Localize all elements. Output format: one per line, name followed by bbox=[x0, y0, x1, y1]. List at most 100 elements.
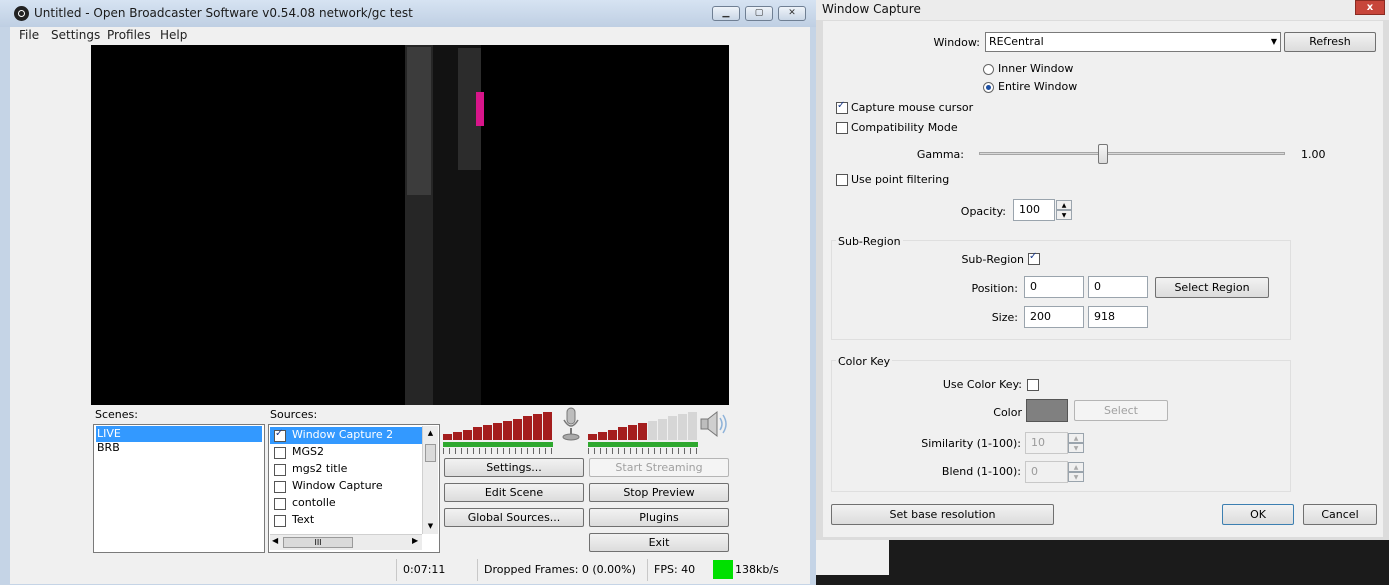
source-checkbox-window-capture-2[interactable] bbox=[274, 428, 286, 442]
desktop-meter-bar bbox=[618, 427, 627, 440]
bitrate-display: 138kb/s bbox=[735, 563, 779, 576]
mic-meter-bar bbox=[473, 427, 482, 440]
maximize-button[interactable]: ▢ bbox=[745, 6, 773, 21]
position-y-input[interactable]: 0 bbox=[1088, 276, 1148, 298]
entire-window-radio[interactable] bbox=[983, 81, 994, 93]
stop-preview-button[interactable]: Stop Preview bbox=[589, 483, 729, 502]
cancel-button[interactable]: Cancel bbox=[1303, 504, 1377, 525]
close-button[interactable]: ✕ bbox=[778, 6, 806, 21]
gamma-label: Gamma: bbox=[916, 148, 964, 161]
use-point-filtering-label: Use point filtering bbox=[851, 173, 950, 186]
similarity-down-icon[interactable]: ▼ bbox=[1068, 443, 1084, 453]
minimize-button[interactable]: ▁ bbox=[712, 6, 740, 21]
scenes-list[interactable]: LIVE BRB bbox=[93, 424, 265, 553]
stream-time: 0:07:11 bbox=[396, 559, 476, 581]
desktop-meter-bar bbox=[668, 416, 677, 440]
gamma-slider-track[interactable] bbox=[979, 152, 1285, 155]
dialog-close-icon[interactable]: x bbox=[1355, 0, 1385, 15]
obs-window-title: Untitled - Open Broadcaster Software v0.… bbox=[34, 6, 413, 20]
scenes-label: Scenes: bbox=[95, 408, 138, 421]
source-item-mgs2-title[interactable]: mgs2 title bbox=[292, 462, 347, 475]
dropped-frames: Dropped Frames: 0 (0.00%) bbox=[477, 559, 647, 581]
vscroll-thumb[interactable] bbox=[425, 444, 436, 462]
refresh-button[interactable]: Refresh bbox=[1284, 32, 1376, 52]
source-item-mgs2[interactable]: MGS2 bbox=[292, 445, 324, 458]
source-checkbox-mgs2[interactable] bbox=[274, 447, 286, 459]
global-sources-button[interactable]: Global Sources... bbox=[444, 508, 584, 527]
use-point-filtering-checkbox[interactable] bbox=[836, 174, 848, 186]
menu-help[interactable]: Help bbox=[160, 28, 187, 42]
source-checkbox-window-capture[interactable] bbox=[274, 481, 286, 493]
sub-region-checkbox[interactable] bbox=[1028, 251, 1040, 265]
blend-label: Blend (1-100): bbox=[941, 465, 1021, 478]
sources-label: Sources: bbox=[270, 408, 318, 421]
mic-ticks bbox=[443, 448, 553, 454]
ok-button[interactable]: OK bbox=[1222, 504, 1294, 525]
inner-window-radio[interactable] bbox=[983, 63, 994, 75]
sources-list[interactable]: Window Capture 2 MGS2 mgs2 title Window … bbox=[268, 424, 440, 553]
preview-magenta-shape bbox=[476, 92, 484, 126]
blend-up-icon[interactable]: ▲ bbox=[1068, 462, 1084, 472]
menu-file[interactable]: File bbox=[19, 28, 39, 42]
position-x-input[interactable]: 0 bbox=[1024, 276, 1084, 298]
desktop-meter-bar bbox=[688, 412, 697, 440]
similarity-input[interactable]: 10 bbox=[1025, 432, 1068, 454]
scroll-down-icon[interactable]: ▼ bbox=[423, 519, 438, 533]
blend-input[interactable]: 0 bbox=[1025, 461, 1068, 483]
fps-display: FPS: 40 bbox=[647, 559, 707, 581]
color-select-button[interactable]: Select bbox=[1074, 400, 1168, 421]
compatibility-mode-checkbox[interactable] bbox=[836, 122, 848, 134]
mic-meter-bar bbox=[493, 423, 502, 440]
source-item-window-capture-2[interactable]: Window Capture 2 bbox=[292, 428, 393, 441]
start-streaming-button[interactable]: Start Streaming bbox=[589, 458, 729, 477]
mic-volume-meter[interactable] bbox=[443, 408, 553, 440]
window-label: Window: bbox=[933, 36, 980, 49]
scroll-right-icon[interactable]: ▶ bbox=[412, 536, 418, 545]
size-width-input[interactable]: 200 bbox=[1024, 306, 1084, 328]
mic-meter-bar bbox=[463, 430, 472, 440]
opacity-down-icon[interactable]: ▼ bbox=[1056, 210, 1072, 220]
source-checkbox-contolle[interactable] bbox=[274, 498, 286, 510]
entire-window-label: Entire Window bbox=[998, 80, 1078, 93]
exit-button[interactable]: Exit bbox=[589, 533, 729, 552]
source-item-window-capture[interactable]: Window Capture bbox=[292, 479, 383, 492]
source-checkbox-text[interactable] bbox=[274, 515, 286, 527]
capture-mouse-cursor-checkbox[interactable] bbox=[836, 100, 848, 114]
settings-button[interactable]: Settings... bbox=[444, 458, 584, 477]
scroll-up-icon[interactable]: ▲ bbox=[423, 426, 438, 440]
opacity-input[interactable]: 100 bbox=[1013, 199, 1055, 221]
menu-settings[interactable]: Settings bbox=[51, 28, 100, 42]
plugins-button[interactable]: Plugins bbox=[589, 508, 729, 527]
set-base-resolution-button[interactable]: Set base resolution bbox=[831, 504, 1054, 525]
source-item-text[interactable]: Text bbox=[292, 513, 314, 526]
opacity-label: Opacity: bbox=[960, 205, 1006, 218]
source-checkbox-mgs2-title[interactable] bbox=[274, 464, 286, 476]
use-color-key-label: Use Color Key: bbox=[942, 378, 1022, 391]
window-select[interactable]: RECentral ▼ bbox=[985, 32, 1281, 52]
scene-item-brb[interactable]: BRB bbox=[96, 440, 262, 456]
edit-scene-button[interactable]: Edit Scene bbox=[444, 483, 584, 502]
capture-mouse-cursor-label: Capture mouse cursor bbox=[851, 101, 974, 114]
desktop-volume-meter[interactable] bbox=[588, 408, 698, 440]
gamma-slider-thumb[interactable] bbox=[1098, 144, 1108, 164]
similarity-label: Similarity (1-100): bbox=[921, 437, 1021, 450]
scroll-left-icon[interactable]: ◀ bbox=[272, 536, 278, 545]
desktop-meter-bar bbox=[648, 421, 657, 440]
hscroll-thumb[interactable]: III bbox=[283, 537, 353, 548]
desktop-meter-bar bbox=[678, 414, 687, 440]
color-swatch[interactable] bbox=[1026, 399, 1068, 422]
opacity-up-icon[interactable]: ▲ bbox=[1056, 200, 1072, 210]
mic-meter-bar bbox=[513, 419, 522, 440]
sources-hscrollbar[interactable]: ◀ III ▶ bbox=[270, 534, 422, 550]
mic-meter-bar bbox=[443, 434, 452, 440]
use-color-key-checkbox[interactable] bbox=[1027, 379, 1039, 391]
select-region-button[interactable]: Select Region bbox=[1155, 277, 1269, 298]
blend-down-icon[interactable]: ▼ bbox=[1068, 472, 1084, 482]
source-item-contolle[interactable]: contolle bbox=[292, 496, 336, 509]
speaker-icon[interactable] bbox=[699, 408, 729, 440]
similarity-up-icon[interactable]: ▲ bbox=[1068, 433, 1084, 443]
menu-profiles[interactable]: Profiles bbox=[107, 28, 151, 42]
size-height-input[interactable]: 918 bbox=[1088, 306, 1148, 328]
microphone-icon[interactable] bbox=[558, 406, 584, 442]
sources-vscrollbar[interactable]: ▲ ▼ bbox=[422, 426, 438, 534]
